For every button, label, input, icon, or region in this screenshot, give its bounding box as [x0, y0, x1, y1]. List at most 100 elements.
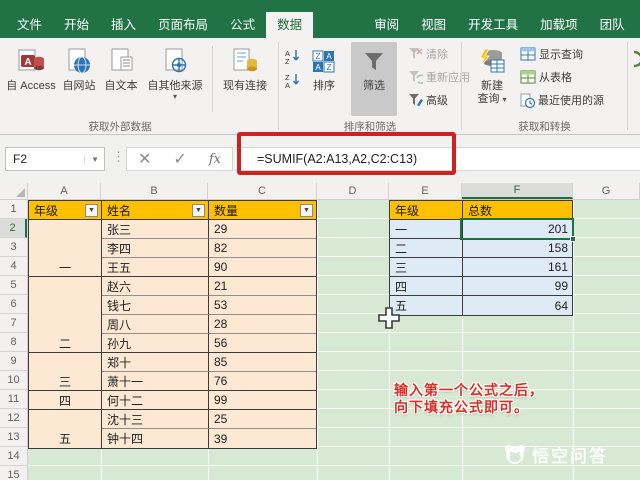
row-header-10[interactable]: 10: [0, 371, 27, 390]
row-header-12[interactable]: 12: [0, 409, 27, 428]
cell-qty[interactable]: 90: [209, 258, 316, 277]
cell-grade[interactable]: 三: [29, 372, 102, 391]
cell-grade[interactable]: 三: [390, 258, 463, 276]
row-header-2[interactable]: 2: [0, 219, 27, 238]
row-header-6[interactable]: 6: [0, 295, 27, 314]
cell-grade[interactable]: 五: [29, 429, 102, 448]
row-header-5[interactable]: 5: [0, 276, 27, 295]
row-headers[interactable]: 1 2 3 4 5 6 7 8 9 10 11 12 13 14 15: [0, 200, 28, 480]
tab-view[interactable]: 视图: [410, 12, 457, 38]
row-header-1[interactable]: 1: [0, 200, 27, 219]
summary-table[interactable]: 年级 总数 一 201 二 158 三 161 四 99 五 64: [389, 200, 573, 316]
tab-team[interactable]: 团队: [589, 12, 636, 38]
row-header-3[interactable]: 3: [0, 238, 27, 257]
cell-name[interactable]: 赵六: [102, 277, 209, 296]
row-header-7[interactable]: 7: [0, 314, 27, 333]
cell-total[interactable]: 99: [463, 277, 572, 295]
show-queries-button[interactable]: 显示查询: [520, 44, 583, 64]
column-header-F[interactable]: F: [462, 183, 573, 199]
cell-qty[interactable]: 53: [209, 296, 316, 315]
cell-name[interactable]: 钱七: [102, 296, 209, 315]
tab-page-layout[interactable]: 页面布局: [147, 12, 219, 38]
cell-total[interactable]: 158: [463, 239, 572, 257]
cell-grade[interactable]: [29, 315, 102, 334]
cell-grade[interactable]: 四: [390, 277, 463, 295]
from-text-button[interactable]: 自文本: [100, 42, 142, 116]
select-all-corner[interactable]: [0, 183, 28, 200]
new-query-button[interactable]: 新建 查询 ▾: [470, 42, 514, 116]
tab-insert[interactable]: 插入: [100, 12, 147, 38]
sort-za-button[interactable]: Z A: [284, 70, 301, 90]
filter-dropdown-icon[interactable]: ▼: [85, 203, 98, 217]
cell-name[interactable]: 周八: [102, 315, 209, 334]
cell-grade[interactable]: 五: [390, 296, 463, 315]
tab-review[interactable]: 审阅: [363, 12, 410, 38]
insert-function-icon[interactable]: fx: [209, 152, 221, 167]
column-header-B[interactable]: B: [101, 183, 208, 199]
cell-grade[interactable]: [29, 220, 102, 239]
name-box-dropdown-icon[interactable]: ▼: [84, 154, 99, 164]
cell-grade[interactable]: 一: [390, 220, 463, 238]
name-box[interactable]: F2 ▼: [5, 147, 105, 171]
column-header-D[interactable]: D: [317, 183, 389, 199]
source-table[interactable]: 年级 ▼ 姓名 ▼ 数量 ▼ 张三 29 李四 82 一王五 90 赵六 21 钱七 53 周八 28…: [28, 200, 317, 449]
recent-sources-button[interactable]: 最近使用的源: [520, 90, 604, 110]
tab-file[interactable]: 文件: [6, 12, 53, 38]
cell-qty[interactable]: 82: [209, 239, 316, 258]
sort-button[interactable]: Z A A Z 排序: [303, 42, 345, 116]
tab-home[interactable]: 开始: [53, 12, 100, 38]
cell-qty[interactable]: 29: [209, 220, 316, 239]
enter-icon[interactable]: ✓: [173, 149, 186, 169]
cell-name[interactable]: 张三: [102, 220, 209, 239]
column-header-G[interactable]: G: [573, 183, 640, 199]
row-header-9[interactable]: 9: [0, 352, 27, 371]
column-header-A[interactable]: A: [28, 183, 101, 199]
cell-name[interactable]: 孙九: [102, 334, 209, 353]
tab-data[interactable]: 数据: [266, 12, 314, 38]
column-headers[interactable]: ABCDEFG: [28, 183, 640, 200]
from-other-sources-button[interactable]: 自其他来源 ▾: [142, 42, 208, 116]
cancel-icon[interactable]: ✕: [138, 149, 151, 169]
existing-connections-button[interactable]: 现有连接: [216, 42, 274, 116]
formula-input[interactable]: =SUMIF(A2:A13,A2,C2:C13): [235, 147, 640, 171]
filter-dropdown-icon[interactable]: ▼: [192, 203, 205, 217]
cell-qty[interactable]: 76: [209, 372, 316, 391]
cell-total[interactable]: 161: [463, 258, 572, 276]
clear-filter-button[interactable]: 清除: [408, 44, 448, 64]
tab-formulas[interactable]: 公式: [219, 12, 266, 38]
cell-grade[interactable]: 二: [390, 239, 463, 257]
cell-qty[interactable]: 28: [209, 315, 316, 334]
sort-az-button[interactable]: A Z: [284, 46, 301, 66]
tab-addins[interactable]: 加载项: [529, 12, 589, 38]
cell-grade[interactable]: [29, 410, 102, 429]
row-header-14[interactable]: 14: [0, 447, 27, 466]
row-header-11[interactable]: 11: [0, 390, 27, 409]
column-header-E[interactable]: E: [389, 183, 462, 199]
cell-qty[interactable]: 56: [209, 334, 316, 353]
advanced-filter-button[interactable]: 高级: [408, 90, 448, 110]
cell-total[interactable]: 201: [463, 220, 572, 238]
cell-name[interactable]: 萧十一: [102, 372, 209, 391]
cell-total[interactable]: 64: [463, 296, 572, 315]
row-header-13[interactable]: 13: [0, 428, 27, 447]
filter-button[interactable]: 筛选: [351, 42, 397, 116]
cell-qty[interactable]: 39: [209, 429, 316, 448]
cell-qty[interactable]: 85: [209, 353, 316, 372]
cell-name[interactable]: 王五: [102, 258, 209, 277]
cell-grade[interactable]: [29, 353, 102, 372]
cell-grade[interactable]: [29, 239, 102, 258]
cell-name[interactable]: 沈十三: [102, 410, 209, 429]
row-header-15[interactable]: 15: [0, 466, 27, 480]
cell-name[interactable]: 郑十: [102, 353, 209, 372]
filter-dropdown-icon[interactable]: ▼: [300, 203, 313, 217]
cell-grade[interactable]: 四: [29, 391, 102, 410]
row-header-4[interactable]: 4: [0, 257, 27, 276]
cell-grade[interactable]: 二: [29, 334, 102, 353]
cell-grade[interactable]: [29, 296, 102, 315]
cell-name[interactable]: 钟十四: [102, 429, 209, 448]
from-table-button[interactable]: 从表格: [520, 67, 572, 87]
from-access-button[interactable]: A 自 Access: [6, 42, 56, 116]
row-header-8[interactable]: 8: [0, 333, 27, 352]
tab-developer[interactable]: 开发工具: [457, 12, 529, 38]
from-web-button[interactable]: 自网站: [58, 42, 100, 116]
